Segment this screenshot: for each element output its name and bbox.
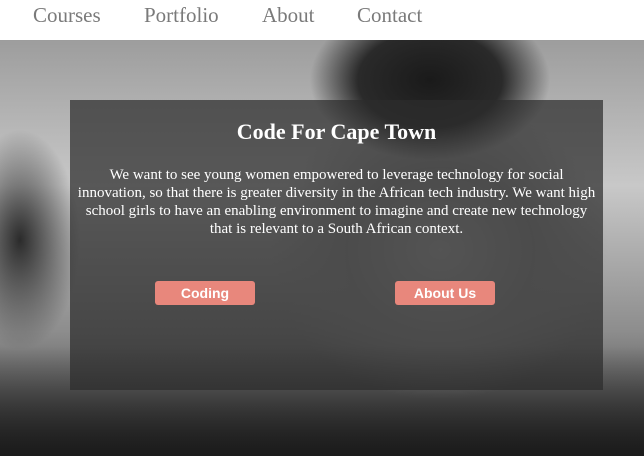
nav-link-courses[interactable]: Courses bbox=[33, 0, 101, 30]
top-navbar: Courses Portfolio About Contact bbox=[0, 0, 644, 40]
hero-title: Code For Cape Town bbox=[236, 119, 437, 144]
page: Courses Portfolio About Contact Code For… bbox=[0, 0, 644, 456]
coding-button[interactable]: Coding bbox=[155, 281, 255, 305]
nav-link-portfolio[interactable]: Portfolio bbox=[144, 0, 219, 30]
nav-link-about[interactable]: About bbox=[262, 0, 315, 30]
hero-description: We want to see young women empowered to … bbox=[77, 167, 596, 237]
nav-link-contact[interactable]: Contact bbox=[357, 0, 422, 30]
hero-overlay-card: Code For Cape Town We want to see young … bbox=[70, 100, 603, 390]
about-us-button[interactable]: About Us bbox=[395, 281, 495, 305]
